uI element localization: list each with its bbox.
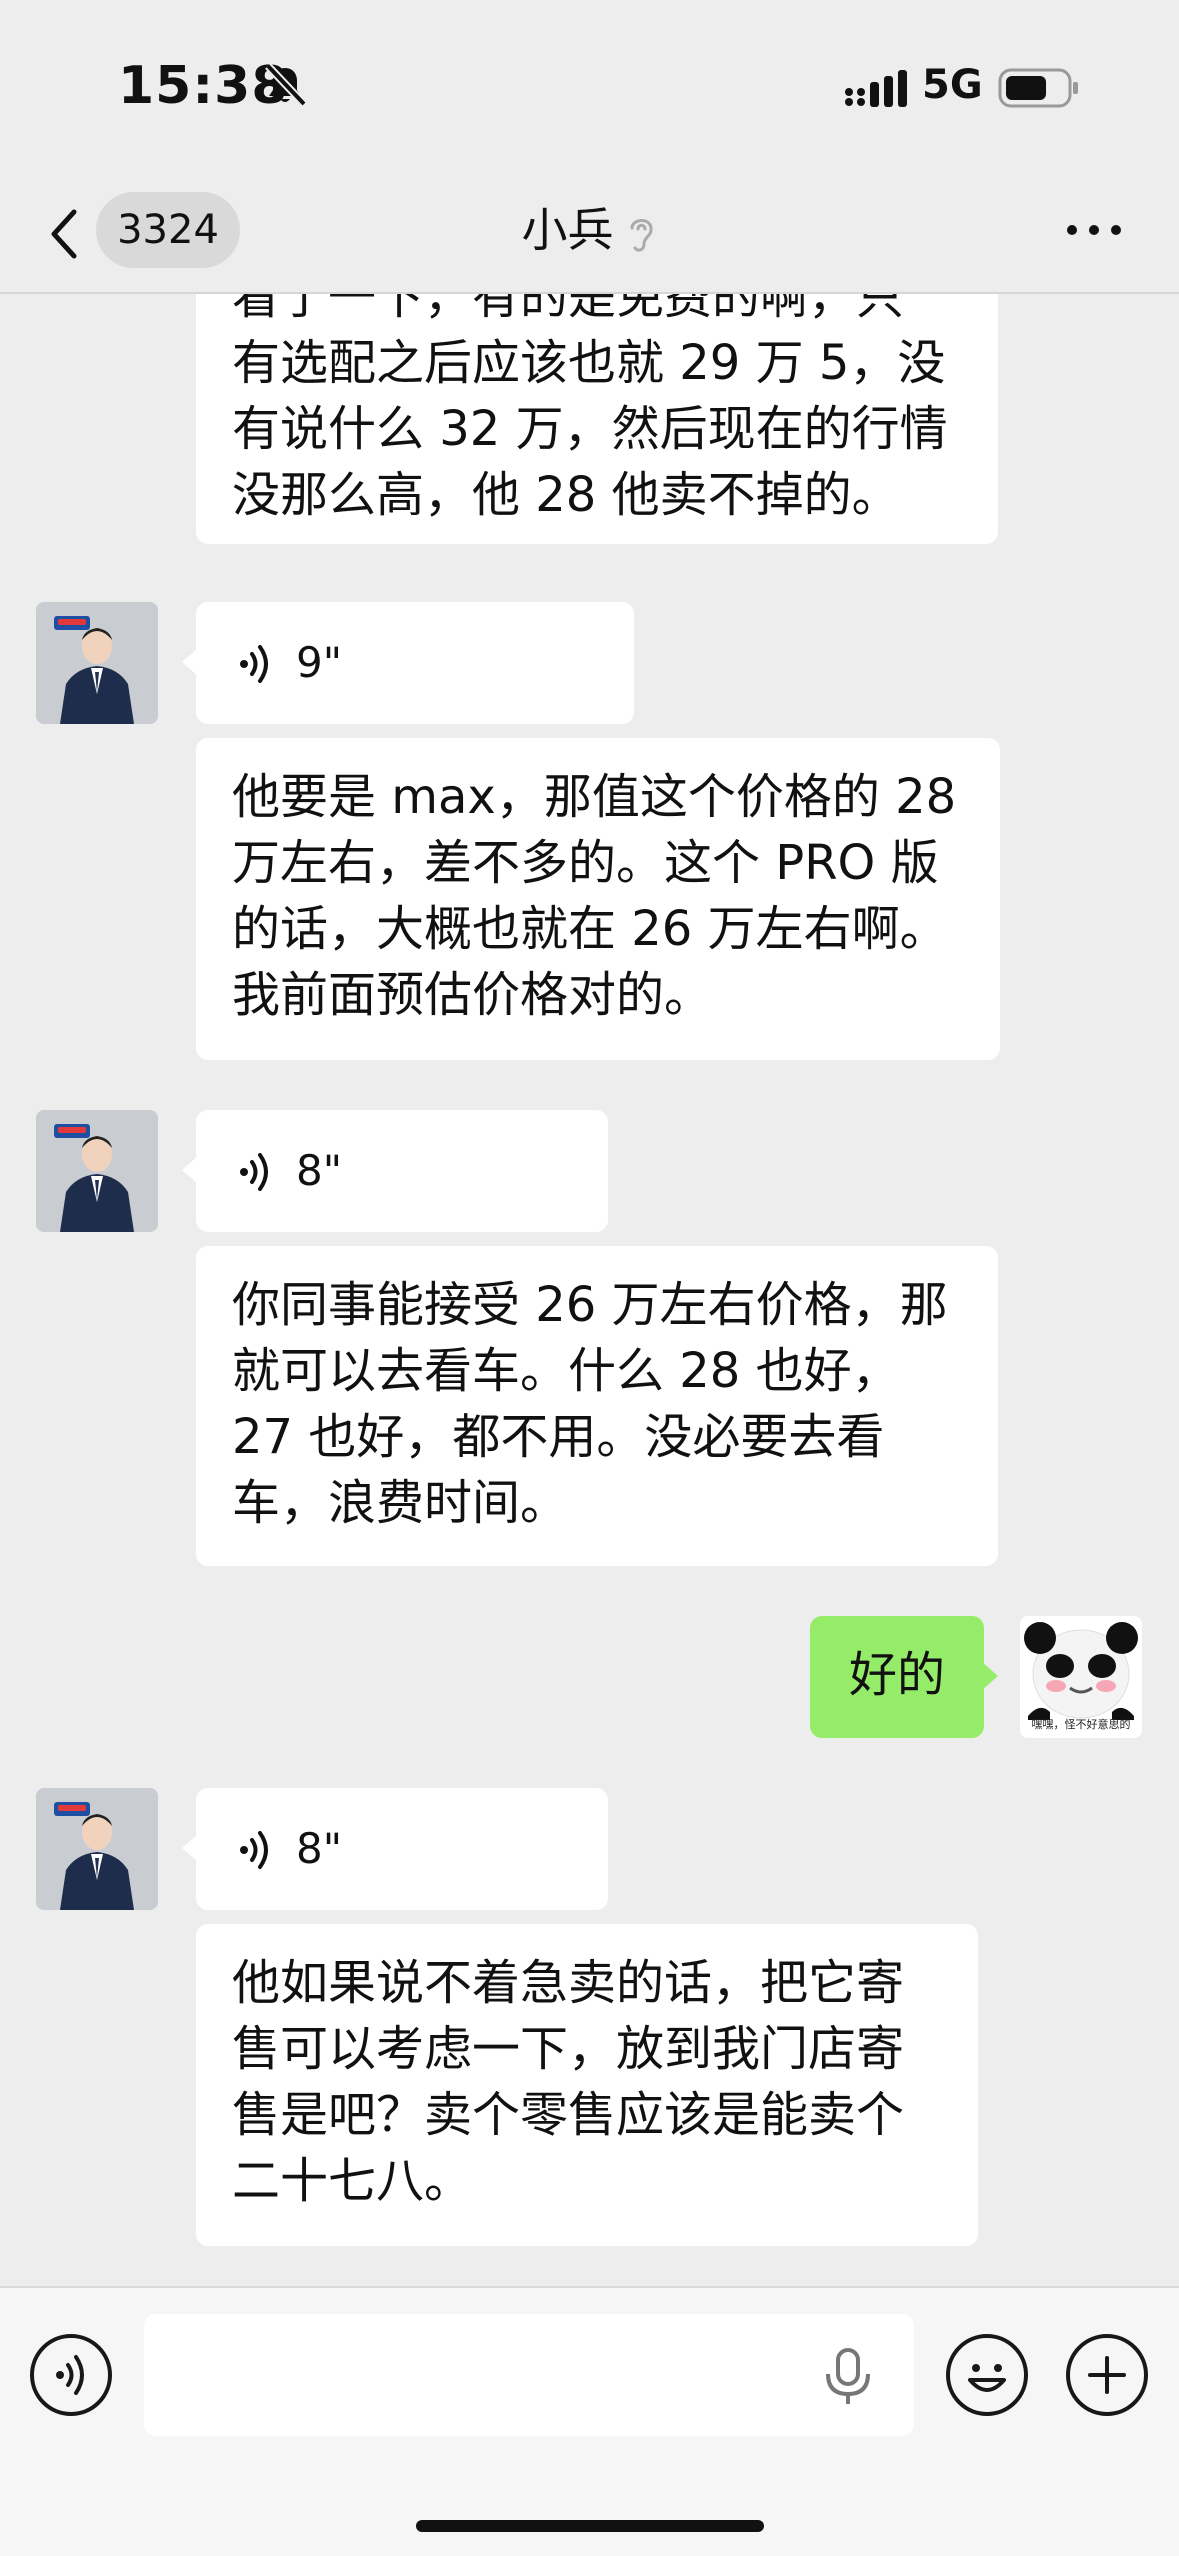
message-line: 有选配之后应该也就 29 万 5，没 [232,335,946,391]
message-line: 没那么高，他 28 他卖不掉的。 [232,467,900,523]
home-indicator[interactable] [416,2520,764,2532]
message-line: 看了一下，有的是免费的啊，只 [232,294,905,325]
ear-icon [630,218,653,252]
message-line: 你同事能接受 26 万左右价格，那 [232,1277,948,1333]
bell-slash-icon [265,63,307,107]
unread-count-badge[interactable]: 3324 [96,192,240,268]
emoji-button[interactable] [946,2334,1028,2416]
plus-icon [1088,2356,1126,2394]
message-line: 售可以考虑一下，放到我门店寄 [232,2021,905,2077]
message-line: 二十七八。 [232,2153,473,2209]
message-bubble[interactable]: 看了一下，有的是免费的啊，只 有选配之后应该也就 29 万 5，没 有说什么 3… [196,294,998,544]
chat-title: 小兵 [521,203,614,257]
chat-header: 3324 小兵 [0,176,1179,294]
message-line: 我前面预估价格对的。 [232,967,713,1023]
battery-icon [998,68,1078,108]
voice-message[interactable]: 9" [182,602,634,724]
my-avatar[interactable]: 嘿嘿，怪不好意思的 [1020,1616,1142,1738]
outgoing-message-bubble[interactable]: 好的 [810,1616,998,1738]
mic-icon[interactable] [820,2346,876,2408]
voice-message[interactable]: 8" [182,1110,608,1232]
network-type: 5G [922,62,983,108]
more-actions-button[interactable] [1066,2334,1148,2416]
message-line: 的话，大概也就在 26 万左右啊。 [232,901,948,957]
message-line: 他如果说不着急卖的话，把它寄 [232,1955,905,2011]
message-bubble[interactable]: 他如果说不着急卖的话，把它寄 售可以考虑一下，放到我门店寄 售是吧？卖个零售应该… [196,1924,978,2246]
more-icon[interactable] [1064,210,1124,250]
message-bubble[interactable]: 你同事能接受 26 万左右价格，那 就可以去看车。什么 28 也好， 27 也好… [196,1246,998,1566]
input-bar [0,2286,1179,2556]
message-list[interactable]: 看了一下，有的是免费的啊，只 有选配之后应该也就 29 万 5，没 有说什么 3… [0,294,1179,2286]
voice-duration: 8" [296,1146,343,1195]
voice-duration: 8" [296,1824,343,1873]
message-line: 售是吧？卖个零售应该是能卖个 [232,2087,905,2143]
voice-mode-icon [56,2355,84,2395]
message-bubble[interactable]: 他要是 max，那值这个价格的 28 万左右，差不多的。这个 PRO 版 的话，… [196,738,1000,1060]
message-line: 他要是 max，那值这个价格的 28 [232,769,957,825]
voice-mode-button[interactable] [30,2334,112,2416]
voice-wave-icon [240,1153,268,1191]
voice-wave-icon [240,645,268,683]
signal-icon [845,70,907,107]
back-chevron-icon[interactable] [44,204,84,264]
message-line: 就可以去看车。什么 28 也好， [232,1343,900,1399]
message-line: 车，浪费时间。 [232,1475,569,1531]
voice-message[interactable]: 8" [182,1788,608,1910]
contact-avatar[interactable] [36,1110,158,1232]
message-line: 万左右，差不多的。这个 PRO 版 [232,835,939,891]
message-line: 有说什么 32 万，然后现在的行情 [232,401,948,457]
message-line: 27 也好，都不用。没必要去看 [232,1409,885,1465]
emoji-icon [968,2364,1006,2392]
voice-wave-icon [240,1831,268,1869]
message-text: 好的 [848,1647,945,1703]
voice-duration: 9" [296,638,343,687]
message-input[interactable] [144,2314,914,2436]
contact-avatar[interactable] [36,602,158,724]
contact-avatar[interactable] [36,1788,158,1910]
sticker-caption: 嘿嘿，怪不好意思的 [1031,1718,1131,1731]
